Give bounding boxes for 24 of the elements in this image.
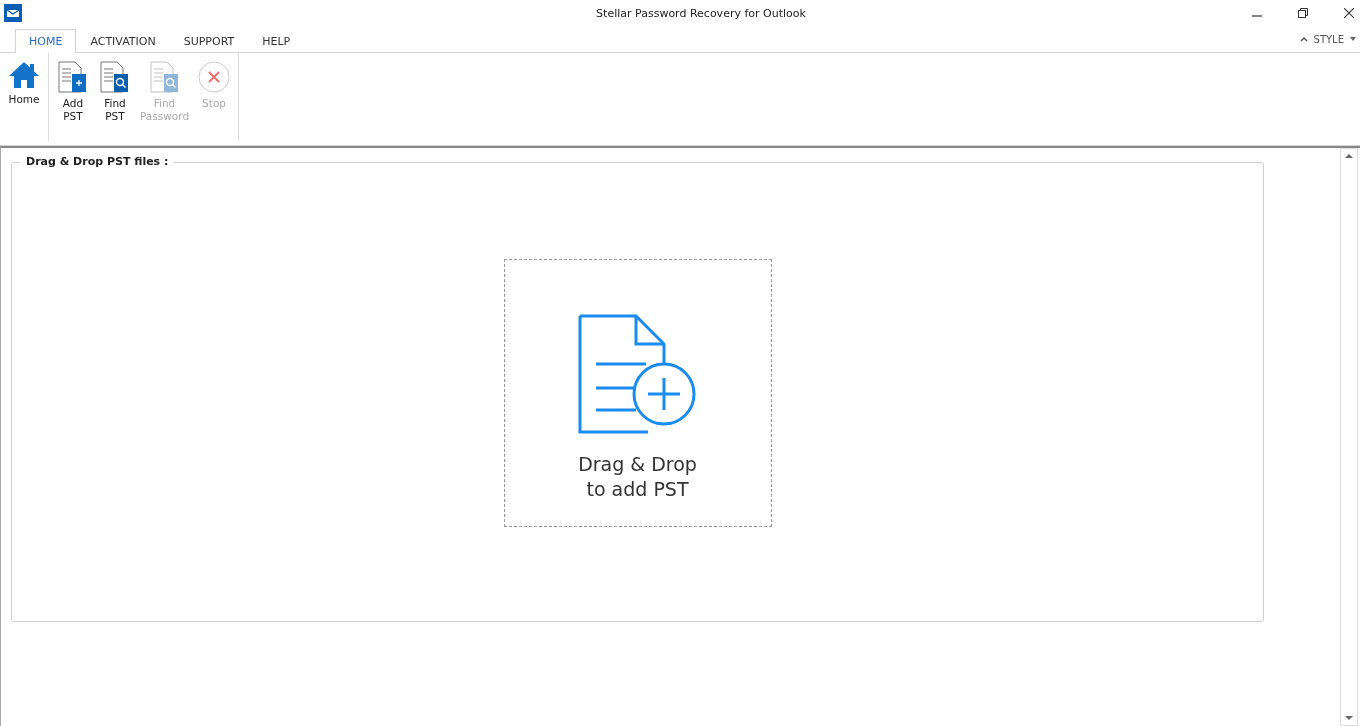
house-icon xyxy=(8,61,40,89)
collapse-icon[interactable] xyxy=(1299,36,1308,42)
app-logo-icon xyxy=(4,4,22,22)
ribbon-tab[interactable]: SUPPORT xyxy=(169,29,249,53)
dropdown-icon[interactable] xyxy=(1350,37,1356,41)
drop-zone[interactable]: Drag & Drop to add PST xyxy=(503,259,772,527)
document-plus-icon xyxy=(577,314,698,436)
vertical-scrollbar[interactable] xyxy=(1340,148,1358,726)
ribbon-button[interactable]: Find PST xyxy=(95,59,135,135)
ribbon-button[interactable]: Add PST xyxy=(53,59,93,135)
drop-hint: Drag & Drop to add PST xyxy=(578,452,697,502)
ribbon-button[interactable]: Home xyxy=(4,59,44,135)
ribbon-tab[interactable]: ACTIVATION xyxy=(76,29,170,53)
document-search-icon xyxy=(100,61,130,93)
restore-icon[interactable] xyxy=(1298,8,1308,18)
style-menu[interactable]: STYLE xyxy=(1313,33,1344,45)
window-title: Stellar Password Recovery for Outlook xyxy=(595,6,807,20)
group-box-legend: Drag & Drop PST files : xyxy=(20,155,175,168)
cancel-icon xyxy=(198,61,231,93)
document-search-icon xyxy=(149,61,180,93)
ribbon-tab[interactable]: HELP xyxy=(248,29,305,53)
ribbon-tab[interactable]: HOME xyxy=(15,29,77,53)
close-icon[interactable] xyxy=(1344,8,1354,18)
document-plus-icon xyxy=(58,61,88,93)
